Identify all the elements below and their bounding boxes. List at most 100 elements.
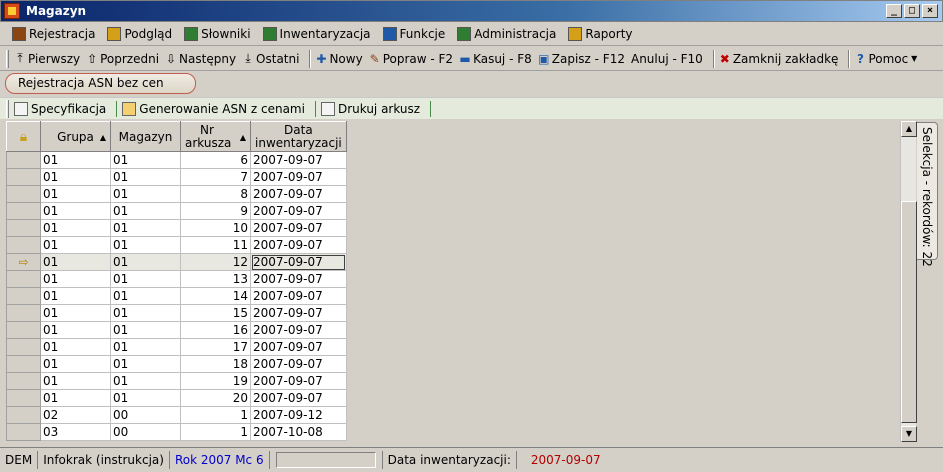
cell-grupa[interactable]: 01 [40, 321, 111, 339]
cell-grupa[interactable]: 01 [40, 151, 111, 169]
cell-magazyn[interactable]: 01 [110, 287, 181, 305]
row-indicator[interactable] [6, 219, 41, 237]
table-row[interactable]: 01 01 10 2007-09-07 [6, 219, 347, 237]
cell-nr-arkusza[interactable]: 7 [180, 168, 251, 186]
menu-sowniki[interactable]: Słowniki [184, 27, 251, 41]
selection-side-tab[interactable]: Selekcja - rekordów: 22 [917, 122, 938, 267]
menu-rejestracja[interactable]: Rejestracja [12, 27, 95, 41]
print-sheet-button[interactable]: Drukuj arkusz [320, 101, 420, 116]
cell-data[interactable]: 2007-09-07 [250, 270, 347, 288]
scroll-up-button[interactable]: ▲ [901, 121, 917, 137]
cell-data[interactable]: 2007-09-07 [250, 168, 347, 186]
table-row[interactable]: 01 01 11 2007-09-07 [6, 236, 347, 254]
cell-nr-arkusza[interactable]: 6 [180, 151, 251, 169]
cell-data[interactable]: 2007-09-07 [250, 372, 347, 390]
cell-data[interactable]: 2007-09-07 [250, 338, 347, 356]
minimize-button[interactable]: _ [886, 4, 902, 18]
close-button[interactable]: × [922, 4, 938, 18]
column-header-grupa[interactable]: Grupa ▲ [40, 121, 111, 152]
table-row[interactable]: 01 01 17 2007-09-07 [6, 338, 347, 356]
row-indicator[interactable] [6, 151, 41, 169]
cell-nr-arkusza[interactable]: 20 [180, 389, 251, 407]
cell-magazyn[interactable]: 01 [110, 185, 181, 203]
cell-magazyn[interactable]: 01 [110, 389, 181, 407]
cell-nr-arkusza[interactable]: 9 [180, 202, 251, 220]
row-indicator[interactable] [6, 185, 41, 203]
cell-grupa[interactable]: 02 [40, 406, 111, 424]
cell-magazyn[interactable]: 01 [110, 253, 181, 271]
cell-magazyn[interactable]: 00 [110, 406, 181, 424]
table-row[interactable]: 01 01 20 2007-09-07 [6, 389, 347, 407]
cell-nr-arkusza[interactable]: 18 [180, 355, 251, 373]
cell-grupa[interactable]: 01 [40, 185, 111, 203]
first-button[interactable]: ⤒ Pierwszy [14, 51, 80, 66]
table-row[interactable]: 01 01 14 2007-09-07 [6, 287, 347, 305]
maximize-button[interactable]: □ [904, 4, 920, 18]
cell-grupa[interactable]: 01 [40, 236, 111, 254]
row-indicator[interactable] [6, 287, 41, 305]
help-button[interactable]: ? Pomoc ▼ [854, 52, 922, 66]
cell-grupa[interactable]: 01 [40, 202, 111, 220]
vertical-scrollbar[interactable]: ▲ ▼ [900, 121, 917, 442]
menu-raporty[interactable]: Raporty [568, 27, 633, 41]
table-row[interactable]: 01 01 18 2007-09-07 [6, 355, 347, 373]
cell-nr-arkusza[interactable]: 8 [180, 185, 251, 203]
row-indicator[interactable] [6, 389, 41, 407]
row-indicator[interactable] [6, 236, 41, 254]
cell-nr-arkusza[interactable]: 13 [180, 270, 251, 288]
cell-magazyn[interactable]: 01 [110, 372, 181, 390]
menu-podgld[interactable]: Podgląd [107, 27, 172, 41]
table-row[interactable]: 01 01 9 2007-09-07 [6, 202, 347, 220]
save-button[interactable]: ▣ Zapisz - F12 [538, 52, 625, 66]
row-indicator[interactable] [6, 168, 41, 186]
table-row[interactable]: 01 01 16 2007-09-07 [6, 321, 347, 339]
column-header-magazyn[interactable]: Magazyn [110, 121, 181, 152]
cell-data[interactable]: 2007-09-07 [250, 321, 347, 339]
table-row[interactable]: 01 01 6 2007-09-07 [6, 151, 347, 169]
cell-grupa[interactable]: 01 [40, 372, 111, 390]
cell-grupa[interactable]: 01 [40, 253, 111, 271]
table-row[interactable]: 01 01 19 2007-09-07 [6, 372, 347, 390]
row-indicator[interactable] [6, 372, 41, 390]
cell-nr-arkusza[interactable]: 1 [180, 406, 251, 424]
cell-nr-arkusza[interactable]: 1 [180, 423, 251, 441]
cell-grupa[interactable]: 03 [40, 423, 111, 441]
cell-magazyn[interactable]: 01 [110, 202, 181, 220]
table-row[interactable]: 01 01 13 2007-09-07 [6, 270, 347, 288]
table-row[interactable]: 01 01 7 2007-09-07 [6, 168, 347, 186]
cell-magazyn[interactable]: 01 [110, 338, 181, 356]
next-button[interactable]: ⇩ Następny [165, 52, 236, 66]
cell-magazyn[interactable]: 01 [110, 321, 181, 339]
row-indicator[interactable]: ⇨ [6, 253, 41, 271]
table-row[interactable]: 02 00 1 2007-09-12 [6, 406, 347, 424]
column-header-data-inwentaryzacji[interactable]: Data inwentaryzacji [250, 121, 347, 152]
row-indicator[interactable] [6, 202, 41, 220]
previous-button[interactable]: ⇧ Poprzedni [86, 52, 159, 66]
close-tab-button[interactable]: ✖ Zamknij zakładkę [719, 52, 839, 66]
lock-header[interactable]: 🔒︎ [6, 121, 41, 152]
edit-button[interactable]: ✎ Popraw - F2 [369, 52, 453, 66]
row-indicator[interactable] [6, 321, 41, 339]
table-row[interactable]: 01 01 15 2007-09-07 [6, 304, 347, 322]
row-indicator[interactable] [6, 270, 41, 288]
cell-nr-arkusza[interactable]: 12 [180, 253, 251, 271]
table-row[interactable]: ⇨ 01 01 12 2007-09-07 [6, 253, 347, 271]
scroll-down-button[interactable]: ▼ [901, 426, 917, 442]
specification-button[interactable]: Specyfikacja [14, 101, 106, 116]
cell-magazyn[interactable]: 01 [110, 236, 181, 254]
cell-nr-arkusza[interactable]: 11 [180, 236, 251, 254]
cell-grupa[interactable]: 01 [40, 270, 111, 288]
cell-data[interactable]: 2007-09-07 [250, 185, 347, 203]
cell-data[interactable]: 2007-09-07 [250, 304, 347, 322]
cell-data[interactable]: 2007-09-12 [250, 406, 347, 424]
cell-grupa[interactable]: 01 [40, 338, 111, 356]
cell-data[interactable]: 2007-09-07 [250, 355, 347, 373]
cell-magazyn[interactable]: 00 [110, 423, 181, 441]
cell-data[interactable]: 2007-09-07 [250, 236, 347, 254]
scroll-thumb[interactable] [901, 201, 917, 423]
menu-inwentaryzacja[interactable]: Inwentaryzacja [262, 27, 371, 41]
row-indicator[interactable] [6, 355, 41, 373]
cell-nr-arkusza[interactable]: 19 [180, 372, 251, 390]
cancel-button[interactable]: Anuluj - F10 [631, 52, 703, 66]
row-indicator[interactable] [6, 406, 41, 424]
